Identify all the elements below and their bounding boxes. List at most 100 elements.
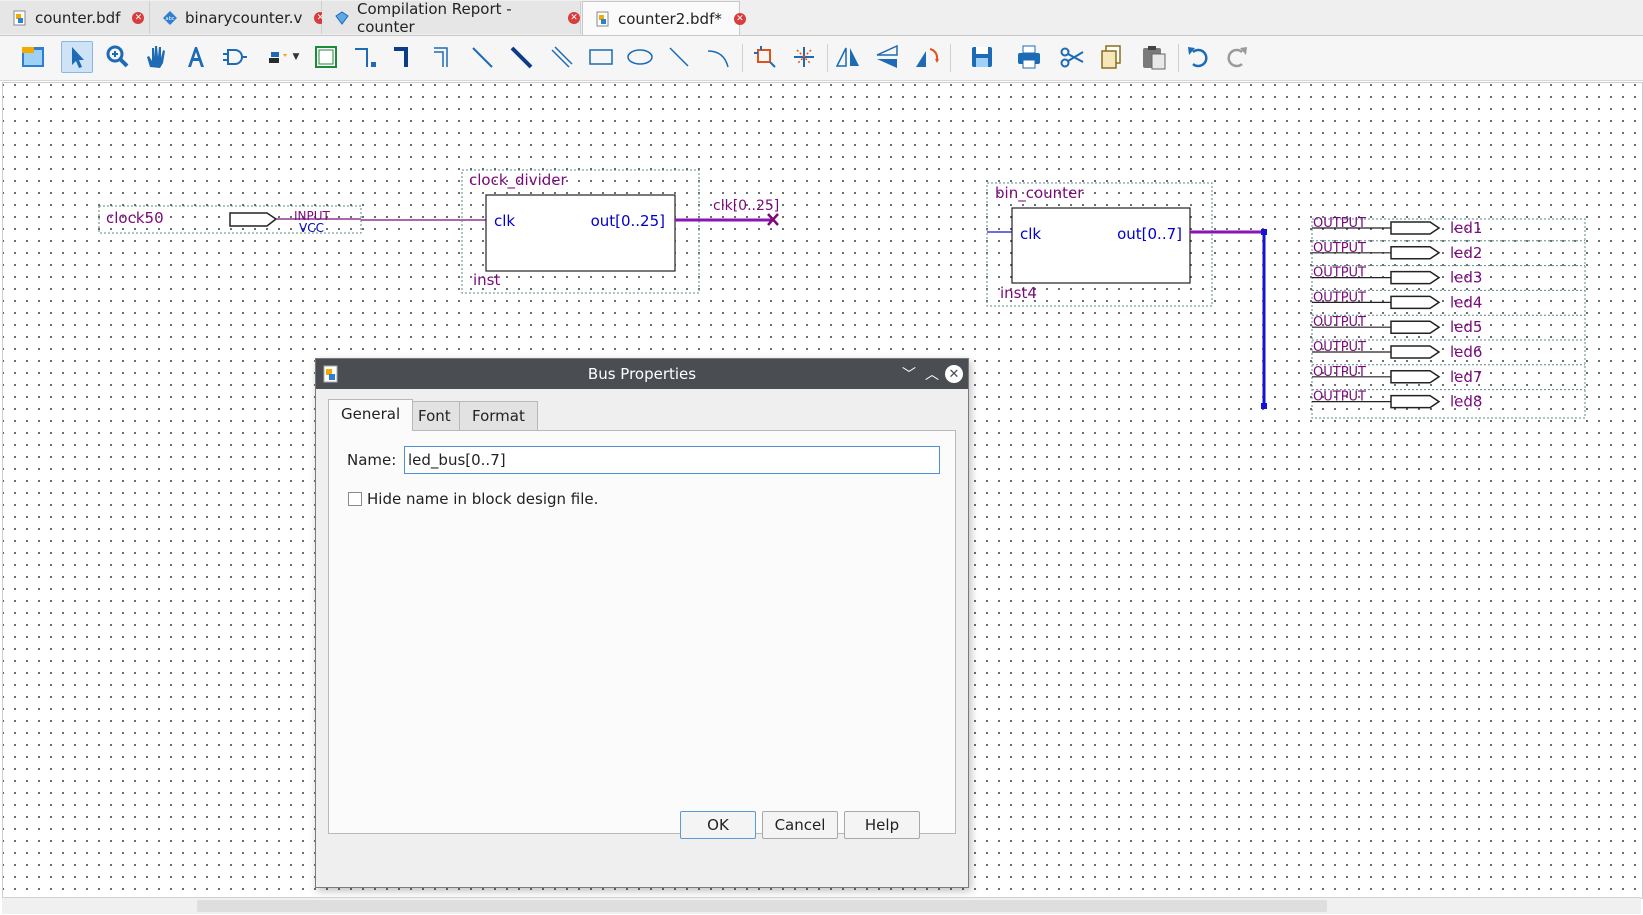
partial-line-selection-icon <box>794 47 814 67</box>
close-tab-icon[interactable]: ✕ <box>132 11 145 24</box>
name-label: Name: <box>347 451 397 469</box>
rectangle-tool-button[interactable] <box>585 41 617 73</box>
tab-label: counter2.bdf* <box>618 9 722 28</box>
line-tool-button[interactable] <box>663 41 695 73</box>
diagonal-bus-tool-button[interactable] <box>506 41 538 73</box>
maximize-chevron-icon[interactable]: ︿ <box>922 364 942 384</box>
arc-tool-button[interactable] <box>702 41 734 73</box>
orthogonal-node-tool-icon <box>355 48 376 67</box>
tab-general[interactable]: General <box>328 399 414 431</box>
symbol-tool-button[interactable] <box>219 41 251 73</box>
flip-horizontal-icon <box>835 47 859 67</box>
general-tab-panel: Name: Hide name in block design file. <box>328 430 956 834</box>
rubberbanding-button[interactable] <box>749 41 781 73</box>
tab-label: counter.bdf <box>35 8 121 27</box>
toolbar-divider <box>742 44 743 72</box>
rotate-button[interactable] <box>911 41 943 73</box>
undo-button[interactable] <box>1182 41 1214 73</box>
orthogonal-conduit-tool-button[interactable] <box>428 41 460 73</box>
svg-text:abc: abc <box>166 16 175 22</box>
cut-icon <box>1060 47 1084 68</box>
verilog-file-icon: abc <box>163 10 177 25</box>
print-button[interactable] <box>1011 41 1047 73</box>
flip-horizontal-button[interactable] <box>832 41 864 73</box>
partial-line-selection-button[interactable] <box>788 41 820 73</box>
orthogonal-conduit-tool-icon <box>434 47 448 67</box>
rectangle-tool-icon <box>589 49 613 65</box>
horizontal-scrollbar[interactable] <box>2 897 1641 914</box>
detach-window-icon <box>22 47 44 67</box>
bdf-file-icon <box>596 11 609 26</box>
diagonal-conduit-tool-button[interactable] <box>546 41 578 73</box>
document-tab-bar: counter.bdf ✕ abc binarycounter.v ✕ Comp… <box>0 0 1643 36</box>
pin-tool-icon <box>268 52 287 63</box>
hand-tool-button[interactable] <box>140 41 172 73</box>
chevron-down-icon[interactable]: ▼ <box>293 52 300 62</box>
close-tab-icon[interactable]: ✕ <box>733 12 746 25</box>
diagonal-conduit-tool-icon <box>551 46 573 68</box>
dialog-title: Bus Properties <box>587 365 697 383</box>
minimize-chevron-icon[interactable]: ﹀ <box>899 364 919 384</box>
tab-label: Compilation Report - counter <box>357 0 512 36</box>
selection-tool-icon <box>72 47 84 68</box>
copy-icon <box>1101 45 1121 69</box>
paste-icon <box>1143 46 1166 70</box>
undo-icon <box>1188 47 1208 68</box>
tab-format[interactable]: Format <box>459 401 538 431</box>
bus-properties-dialog: Bus Properties ﹀ ︿ ✕ General Font Format… <box>315 358 969 888</box>
diagonal-node-tool-button[interactable] <box>467 41 499 73</box>
hide-name-label[interactable]: Hide name in block design file. <box>367 490 598 508</box>
oval-tool-icon <box>627 49 653 65</box>
pin-tool-button[interactable]: ▼ <box>258 41 306 73</box>
dialog-title-bar[interactable]: Bus Properties ﹀ ︿ ✕ <box>316 359 968 389</box>
selection-tool-button[interactable] <box>61 41 93 73</box>
block-tool-button[interactable] <box>310 41 342 73</box>
paste-button[interactable] <box>1136 41 1172 73</box>
rotate-icon <box>916 48 939 67</box>
toolbar-divider <box>950 44 951 72</box>
scrollbar-thumb[interactable] <box>197 900 1327 912</box>
help-button[interactable]: Help <box>844 811 920 839</box>
detach-window-button[interactable] <box>17 41 49 73</box>
bus-name-input[interactable] <box>404 446 940 474</box>
tab-binarycounter-v[interactable]: abc binarycounter.v ✕ <box>150 1 327 34</box>
redo-button[interactable] <box>1221 41 1253 73</box>
flip-vertical-icon <box>876 44 898 68</box>
hide-name-checkbox[interactable] <box>348 492 362 506</box>
diagonal-bus-tool-icon <box>510 46 533 69</box>
arc-tool-icon <box>707 50 729 68</box>
orthogonal-bus-tool-icon <box>394 47 408 67</box>
orthogonal-bus-tool-button[interactable] <box>388 41 420 73</box>
orthogonal-node-tool-button[interactable] <box>349 41 381 73</box>
cancel-button[interactable]: Cancel <box>762 811 838 839</box>
zoom-tool-button[interactable] <box>101 41 133 73</box>
ok-button[interactable]: OK <box>680 811 756 839</box>
tab-font[interactable]: Font <box>405 401 464 431</box>
text-tool-button[interactable] <box>180 41 212 73</box>
close-tab-icon[interactable]: ✕ <box>568 11 580 24</box>
save-button[interactable] <box>966 41 998 73</box>
rubberbanding-icon <box>754 46 776 68</box>
copy-button[interactable] <box>1095 41 1127 73</box>
block-tool-icon <box>315 46 337 68</box>
zoom-tool-icon <box>106 45 129 68</box>
toolbar-divider <box>1178 44 1179 72</box>
redo-icon <box>1227 47 1247 68</box>
diagonal-node-tool-icon <box>472 47 493 68</box>
tab-compilation-report[interactable]: Compilation Report - counter ✕ <box>322 0 581 36</box>
symbol-tool-icon <box>223 49 247 65</box>
close-icon[interactable]: ✕ <box>945 365 963 383</box>
line-tool-icon <box>669 47 689 67</box>
hand-tool-icon <box>147 46 165 68</box>
print-icon <box>1018 45 1040 69</box>
compilation-report-icon <box>335 10 349 25</box>
tab-counter2-bdf[interactable]: counter2.bdf* ✕ <box>582 1 746 35</box>
oval-tool-button[interactable] <box>624 41 656 73</box>
block-editor-toolbar: ▼ <box>0 36 1643 81</box>
toolbar-divider <box>827 44 828 72</box>
save-icon <box>972 47 992 67</box>
bdf-file-icon <box>13 10 26 25</box>
flip-vertical-button[interactable] <box>871 41 903 73</box>
tab-counter-bdf[interactable]: counter.bdf ✕ <box>0 1 150 34</box>
cut-button[interactable] <box>1056 41 1088 73</box>
